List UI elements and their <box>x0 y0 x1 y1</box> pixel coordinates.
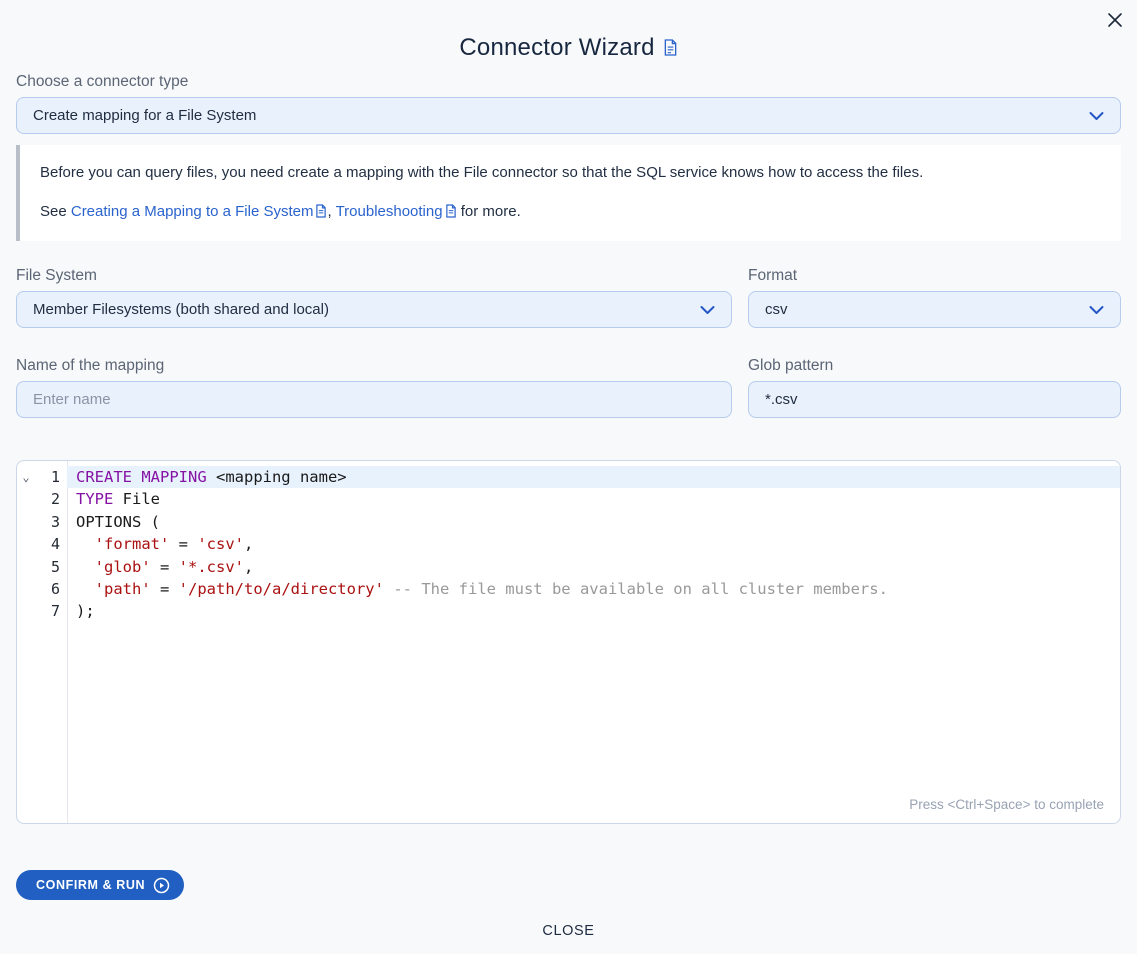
code-line: 6 'path' = '/path/to/a/directory' -- The… <box>17 578 1120 600</box>
code-line-text: 'format' = 'csv', <box>67 533 1120 555</box>
info-paragraph: Before you can query files, you need cre… <box>40 162 1101 183</box>
code-line-text: 'path' = '/path/to/a/directory' -- The f… <box>67 578 1120 600</box>
code-line-text: TYPE File <box>67 488 1120 510</box>
line-number: 4 <box>35 533 67 555</box>
file-system-value: Member Filesystems (both shared and loca… <box>33 301 700 318</box>
line-number: 2 <box>35 488 67 510</box>
code-line: 2TYPE File <box>17 488 1120 510</box>
format-label: Format <box>748 266 1121 286</box>
close-button[interactable]: CLOSE <box>542 923 594 939</box>
confirm-and-run-button[interactable]: CONFIRM & RUN <box>16 870 184 900</box>
editor-gutter: 6 <box>17 578 67 600</box>
connector-type-label: Choose a connector type <box>16 72 1121 92</box>
for-more-suffix: for more. <box>457 203 521 220</box>
info-box: Before you can query files, you need cre… <box>16 145 1121 241</box>
connector-type-select[interactable]: Create mapping for a File System <box>16 97 1121 134</box>
link-creating-mapping[interactable]: Creating a Mapping to a File System <box>71 203 328 220</box>
fold-chevron-icon[interactable]: ⌄ <box>17 466 35 488</box>
line-number: 7 <box>35 600 67 622</box>
code-line: ⌄1CREATE MAPPING <mapping name> <box>17 466 1120 488</box>
editor-gutter: ⌄1 <box>17 466 67 488</box>
page-title-text: Connector Wizard <box>459 34 654 62</box>
line-number: 3 <box>35 511 67 533</box>
info-links-paragraph: See Creating a Mapping to a File System,… <box>40 201 1101 224</box>
glob-pattern-input[interactable] <box>748 381 1121 418</box>
connector-wizard-dialog: Connector Wizard Choose a connector type… <box>0 0 1137 954</box>
code-line-text: OPTIONS ( <box>67 511 1120 533</box>
close-icon[interactable] <box>1103 8 1127 32</box>
connector-type-value: Create mapping for a File System <box>33 107 1089 124</box>
code-line: 5 'glob' = '*.csv', <box>17 556 1120 578</box>
line-number: 1 <box>35 466 67 488</box>
chevron-down-icon <box>700 305 715 315</box>
confirm-and-run-label: CONFIRM & RUN <box>36 878 145 892</box>
document-icon[interactable] <box>663 35 678 63</box>
document-icon <box>315 205 327 222</box>
link-creating-mapping-label: Creating a Mapping to a File System <box>71 203 314 220</box>
document-icon <box>445 205 457 222</box>
line-number: 6 <box>35 578 67 600</box>
mapping-name-input[interactable] <box>16 381 732 418</box>
editor-gutter: 3 <box>17 511 67 533</box>
format-value: csv <box>765 301 1089 318</box>
chevron-down-icon <box>1089 111 1104 121</box>
glob-pattern-label: Glob pattern <box>748 356 1121 376</box>
file-system-select[interactable]: Member Filesystems (both shared and loca… <box>16 291 732 328</box>
file-system-label: File System <box>16 266 732 286</box>
code-line: 3OPTIONS ( <box>17 511 1120 533</box>
code-line: 4 'format' = 'csv', <box>17 533 1120 555</box>
mapping-name-label: Name of the mapping <box>16 356 732 376</box>
link-troubleshooting-label: Troubleshooting <box>336 203 443 220</box>
code-line: 7); <box>17 600 1120 622</box>
sql-code-editor[interactable]: ⌄1CREATE MAPPING <mapping name>2TYPE Fil… <box>16 460 1121 824</box>
play-circle-icon <box>153 877 170 894</box>
link-troubleshooting[interactable]: Troubleshooting <box>336 203 457 220</box>
editor-gutter: 2 <box>17 488 67 510</box>
editor-gutter: 5 <box>17 556 67 578</box>
chevron-down-icon <box>1089 305 1104 315</box>
line-number: 5 <box>35 556 67 578</box>
editor-gutter: 7 <box>17 600 67 622</box>
code-line-text: 'glob' = '*.csv', <box>67 556 1120 578</box>
comma: , <box>327 203 335 220</box>
code-line-text: ); <box>67 600 1120 622</box>
see-prefix: See <box>40 203 71 220</box>
code-area: ⌄1CREATE MAPPING <mapping name>2TYPE Fil… <box>17 461 1120 623</box>
code-line-text: CREATE MAPPING <mapping name> <box>67 466 1120 488</box>
editor-gutter: 4 <box>17 533 67 555</box>
format-select[interactable]: csv <box>748 291 1121 328</box>
page-title: Connector Wizard <box>459 32 677 63</box>
completion-hint: Press <Ctrl+Space> to complete <box>909 797 1104 812</box>
